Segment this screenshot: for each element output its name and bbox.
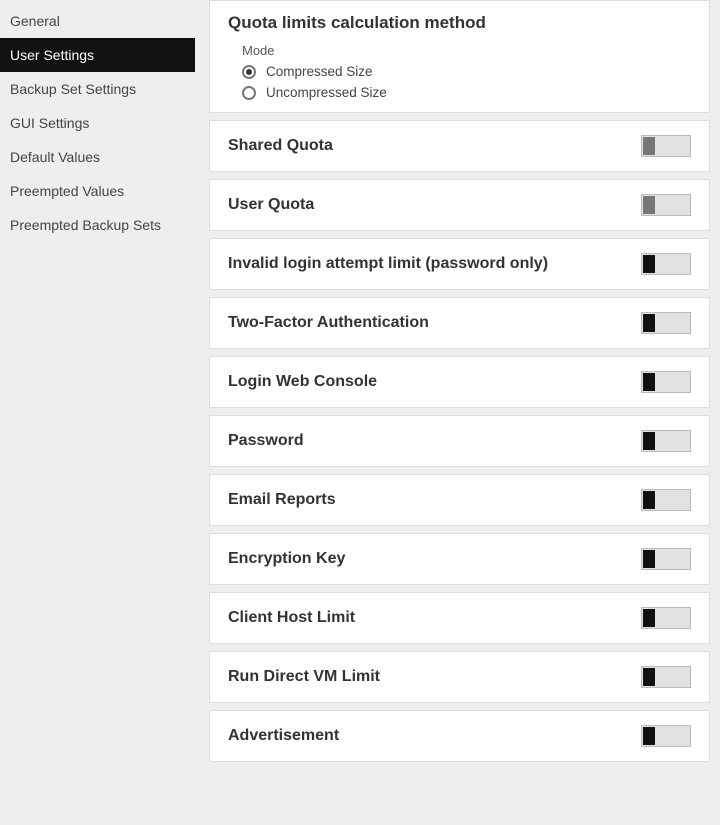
run-direct-vm-limit-panel: Run Direct VM Limit bbox=[209, 651, 710, 703]
panel-title: Encryption Key bbox=[228, 550, 345, 568]
advertisement-toggle[interactable] bbox=[641, 725, 691, 747]
encryption-key-toggle[interactable] bbox=[641, 548, 691, 570]
panel-title: Email Reports bbox=[228, 491, 336, 509]
panel-title: Password bbox=[228, 432, 304, 450]
client-host-limit-panel: Client Host Limit bbox=[209, 592, 710, 644]
quota-option-uncompressed[interactable]: Uncompressed Size bbox=[242, 85, 691, 100]
panel-title: Client Host Limit bbox=[228, 609, 355, 627]
password-panel: Password bbox=[209, 415, 710, 467]
encryption-key-panel: Encryption Key bbox=[209, 533, 710, 585]
radio-icon bbox=[242, 65, 256, 79]
main-content: Quota limits calculation method Mode Com… bbox=[195, 0, 720, 825]
invalid-login-panel: Invalid login attempt limit (password on… bbox=[209, 238, 710, 290]
sidebar-item-general[interactable]: General bbox=[0, 4, 195, 38]
panel-title: Advertisement bbox=[228, 727, 339, 745]
sidebar-item-preempted-backup-sets[interactable]: Preempted Backup Sets bbox=[0, 208, 195, 242]
client-host-limit-toggle[interactable] bbox=[641, 607, 691, 629]
shared-quota-toggle[interactable] bbox=[641, 135, 691, 157]
sidebar-item-default-values[interactable]: Default Values bbox=[0, 140, 195, 174]
two-factor-panel: Two-Factor Authentication bbox=[209, 297, 710, 349]
panel-title: Run Direct VM Limit bbox=[228, 668, 380, 686]
login-web-console-toggle[interactable] bbox=[641, 371, 691, 393]
user-quota-panel: User Quota bbox=[209, 179, 710, 231]
quota-option-label: Uncompressed Size bbox=[266, 85, 387, 100]
sidebar: General User Settings Backup Set Setting… bbox=[0, 0, 195, 825]
quota-option-compressed[interactable]: Compressed Size bbox=[242, 64, 691, 79]
sidebar-item-backup-set-settings[interactable]: Backup Set Settings bbox=[0, 72, 195, 106]
panel-title: Shared Quota bbox=[228, 137, 333, 155]
radio-icon bbox=[242, 86, 256, 100]
sidebar-item-gui-settings[interactable]: GUI Settings bbox=[0, 106, 195, 140]
panel-title: Two-Factor Authentication bbox=[228, 314, 429, 332]
shared-quota-panel: Shared Quota bbox=[209, 120, 710, 172]
sidebar-item-user-settings[interactable]: User Settings bbox=[0, 38, 195, 72]
user-quota-toggle[interactable] bbox=[641, 194, 691, 216]
quota-method-title: Quota limits calculation method bbox=[228, 13, 691, 33]
login-web-console-panel: Login Web Console bbox=[209, 356, 710, 408]
sidebar-item-preempted-values[interactable]: Preempted Values bbox=[0, 174, 195, 208]
panel-title: Invalid login attempt limit (password on… bbox=[228, 255, 548, 273]
panel-title: Login Web Console bbox=[228, 373, 377, 391]
two-factor-toggle[interactable] bbox=[641, 312, 691, 334]
panel-title: User Quota bbox=[228, 196, 314, 214]
invalid-login-toggle[interactable] bbox=[641, 253, 691, 275]
quota-mode-label: Mode bbox=[242, 43, 691, 58]
advertisement-panel: Advertisement bbox=[209, 710, 710, 762]
password-toggle[interactable] bbox=[641, 430, 691, 452]
quota-option-label: Compressed Size bbox=[266, 64, 373, 79]
email-reports-panel: Email Reports bbox=[209, 474, 710, 526]
email-reports-toggle[interactable] bbox=[641, 489, 691, 511]
quota-method-panel: Quota limits calculation method Mode Com… bbox=[209, 0, 710, 113]
run-direct-vm-limit-toggle[interactable] bbox=[641, 666, 691, 688]
